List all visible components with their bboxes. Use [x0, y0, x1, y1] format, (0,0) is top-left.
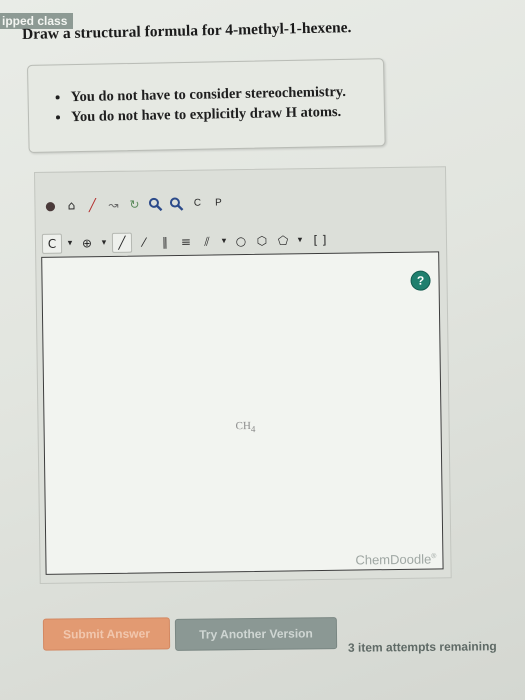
- watermark-text: ChemDoodle: [355, 551, 432, 568]
- zoom-out-icon[interactable]: [167, 195, 185, 213]
- chevron-down-icon[interactable]: ▾: [219, 232, 229, 250]
- submit-answer-button[interactable]: Submit Answer: [42, 617, 171, 651]
- single-bond-icon[interactable]: ╱: [111, 232, 133, 253]
- chemdoodle-sketcher: ● ⌂ ╱ ↝ ↻ C P C ▾ ⊕ ▾ ╱ ⁄ ∥ ≡ ⫽ ▾ ○ ⬡ ⬠ …: [34, 166, 452, 584]
- attempts-remaining-text: 3 item attempts remaining: [347, 639, 497, 655]
- help-icon[interactable]: ?: [410, 270, 431, 291]
- instructions-list: You do not have to consider stereochemis…: [28, 81, 384, 128]
- molecule-label: CH4: [235, 420, 255, 434]
- lasso-icon[interactable]: ↝: [104, 196, 122, 214]
- carbon-atom-icon[interactable]: C: [41, 233, 63, 254]
- toolbar-row-top: ● ⌂ ╱ ↝ ↻ C P: [41, 192, 227, 217]
- eraser-icon[interactable]: ⌂: [62, 196, 80, 214]
- watermark-mark: ®: [431, 553, 437, 561]
- paste-icon[interactable]: P: [209, 194, 227, 212]
- triple-bond-icon[interactable]: ≡: [177, 233, 195, 251]
- chevron-down-icon[interactable]: ▾: [65, 234, 75, 252]
- bracket-icon[interactable]: [ ]: [308, 231, 332, 249]
- rotate-icon[interactable]: ↻: [125, 195, 143, 213]
- try-another-version-button[interactable]: Try Another Version: [174, 617, 338, 651]
- chemdoodle-watermark: ChemDoodle®: [355, 551, 436, 567]
- double-bond-icon[interactable]: ∥: [156, 233, 174, 251]
- page: ipped class Draw a structural formula fo…: [0, 0, 525, 700]
- hash-bond-icon[interactable]: ⫽: [198, 232, 216, 250]
- zoom-in-icon[interactable]: [146, 195, 164, 213]
- instructions-box: You do not have to consider stereochemis…: [27, 58, 386, 153]
- toolbar-row-bottom: C ▾ ⊕ ▾ ╱ ⁄ ∥ ≡ ⫽ ▾ ○ ⬡ ⬠ ▾ [ ]: [41, 229, 332, 255]
- charge-icon[interactable]: ⊕: [78, 234, 96, 252]
- cyclopropane-icon[interactable]: ○: [232, 232, 250, 250]
- molecule-formula: CH: [235, 419, 251, 433]
- clear-icon[interactable]: ●: [41, 197, 59, 215]
- molecule-subscript: 4: [250, 424, 256, 435]
- cyclohexane-icon[interactable]: ⬠: [274, 231, 292, 249]
- clean-icon[interactable]: C: [188, 195, 206, 213]
- pencil-icon[interactable]: ╱: [83, 196, 101, 214]
- wedge-bond-icon[interactable]: ⁄: [135, 233, 153, 251]
- benzene-icon[interactable]: ⬡: [253, 232, 271, 250]
- chevron-down-icon[interactable]: ▾: [295, 231, 305, 249]
- drawing-canvas[interactable]: ? CH4 ChemDoodle®: [41, 251, 444, 575]
- chevron-down-icon[interactable]: ▾: [99, 234, 109, 252]
